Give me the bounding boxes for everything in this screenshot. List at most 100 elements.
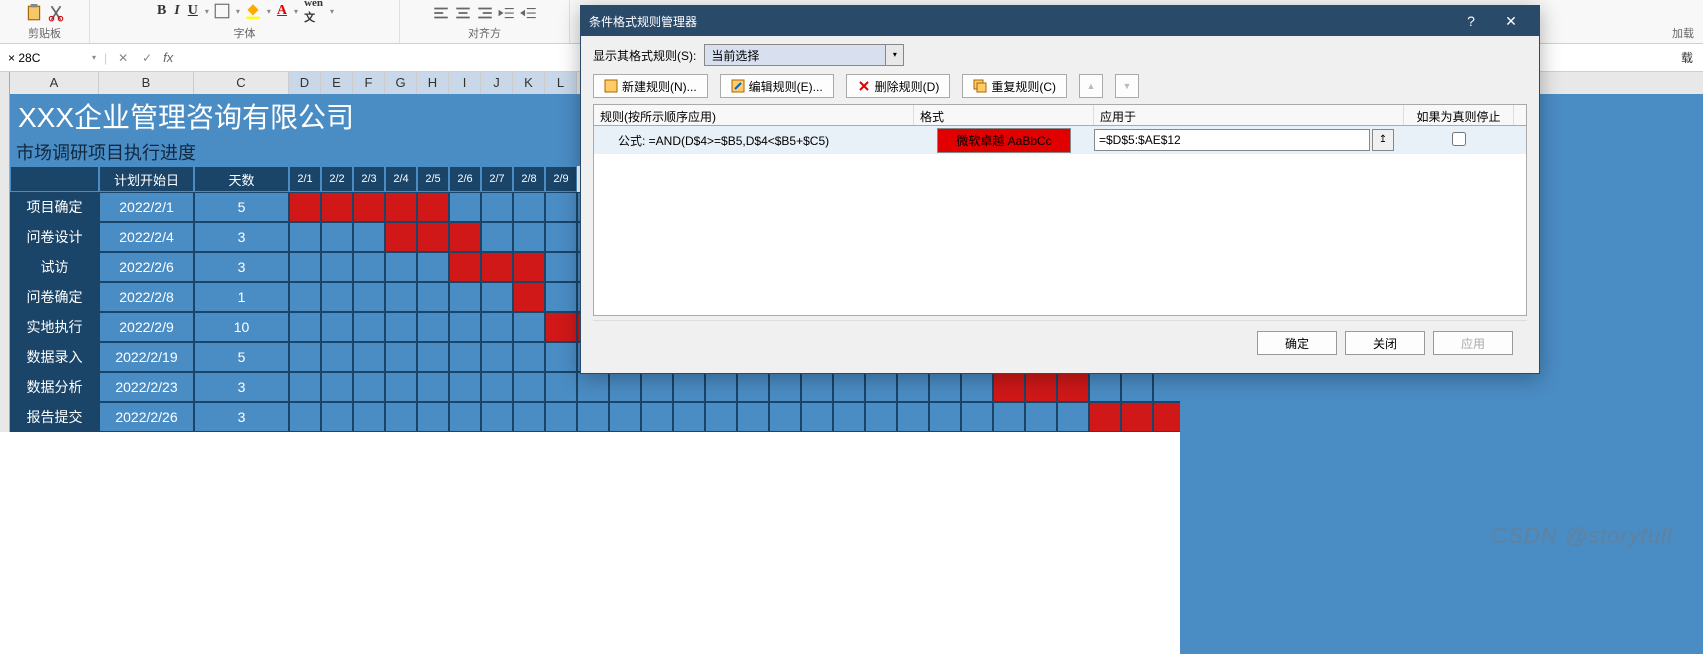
gantt-cell[interactable] — [705, 372, 737, 402]
gantt-cell[interactable] — [449, 192, 481, 222]
gantt-cell[interactable] — [1057, 402, 1089, 432]
gantt-cell[interactable] — [289, 372, 321, 402]
col-header[interactable]: D — [289, 72, 321, 94]
gantt-cell[interactable] — [321, 402, 353, 432]
gantt-cell[interactable] — [641, 372, 673, 402]
edit-rule-button[interactable]: 编辑规则(E)... — [720, 74, 834, 98]
gantt-cell[interactable] — [545, 312, 577, 342]
gantt-cell[interactable] — [449, 402, 481, 432]
gantt-cell[interactable] — [289, 342, 321, 372]
move-up-button[interactable]: ▲ — [1079, 74, 1103, 98]
gantt-cell[interactable] — [449, 372, 481, 402]
phonetic-icon[interactable]: wén文 — [302, 0, 325, 25]
gantt-cell[interactable] — [385, 342, 417, 372]
gantt-cell[interactable] — [545, 342, 577, 372]
col-header[interactable]: A — [10, 72, 99, 94]
gantt-cell[interactable] — [545, 252, 577, 282]
help-icon[interactable]: ? — [1451, 6, 1491, 36]
gantt-cell[interactable] — [1089, 372, 1121, 402]
rule-row[interactable]: 公式: =AND(D$4>=$B5,D$4<$B5+$C5) 微软卓越 AaBb… — [594, 126, 1526, 154]
gantt-cell[interactable] — [1025, 372, 1057, 402]
gantt-cell[interactable] — [353, 312, 385, 342]
gantt-cell[interactable] — [385, 222, 417, 252]
col-header[interactable]: H — [417, 72, 449, 94]
gantt-cell[interactable] — [673, 372, 705, 402]
move-down-button[interactable]: ▼ — [1115, 74, 1139, 98]
gantt-cell[interactable] — [513, 372, 545, 402]
col-header[interactable]: I — [449, 72, 481, 94]
gantt-cell[interactable] — [449, 282, 481, 312]
duplicate-rule-button[interactable]: 重复规则(C) — [962, 74, 1067, 98]
font-color-icon[interactable]: A — [275, 3, 289, 19]
gantt-cell[interactable] — [449, 222, 481, 252]
rule-range-input[interactable] — [1094, 129, 1370, 151]
gantt-cell[interactable] — [1121, 372, 1153, 402]
gantt-cell[interactable] — [289, 252, 321, 282]
col-header[interactable]: J — [481, 72, 513, 94]
gantt-cell[interactable] — [833, 372, 865, 402]
gantt-cell[interactable] — [1121, 402, 1153, 432]
gantt-cell[interactable] — [929, 402, 961, 432]
col-header[interactable]: E — [321, 72, 353, 94]
gantt-cell[interactable] — [417, 402, 449, 432]
gantt-cell[interactable] — [801, 402, 833, 432]
gantt-cell[interactable] — [321, 282, 353, 312]
gantt-cell[interactable] — [545, 372, 577, 402]
confirm-formula-icon[interactable]: ✓ — [139, 50, 155, 66]
gantt-cell[interactable] — [737, 402, 769, 432]
col-header[interactable]: F — [353, 72, 385, 94]
fx-icon[interactable]: fx — [163, 50, 173, 65]
underline-button[interactable]: U — [186, 3, 200, 19]
gantt-cell[interactable] — [545, 192, 577, 222]
gantt-cell[interactable] — [417, 342, 449, 372]
indent-dec-icon[interactable] — [498, 4, 516, 22]
col-header[interactable]: B — [99, 72, 194, 94]
gantt-cell[interactable] — [993, 402, 1025, 432]
gantt-cell[interactable] — [513, 312, 545, 342]
gantt-cell[interactable] — [289, 282, 321, 312]
gantt-cell[interactable] — [449, 252, 481, 282]
gantt-cell[interactable] — [385, 282, 417, 312]
gantt-cell[interactable] — [481, 342, 513, 372]
gantt-cell[interactable] — [513, 222, 545, 252]
gantt-cell[interactable] — [513, 342, 545, 372]
gantt-cell[interactable] — [481, 252, 513, 282]
namebox-dropdown-icon[interactable]: ▾ — [92, 53, 96, 62]
gantt-cell[interactable] — [577, 372, 609, 402]
name-box[interactable] — [4, 48, 84, 68]
close-icon[interactable]: ✕ — [1491, 6, 1531, 36]
gantt-cell[interactable] — [481, 372, 513, 402]
col-header[interactable]: L — [545, 72, 577, 94]
gantt-cell[interactable] — [641, 402, 673, 432]
italic-button[interactable]: I — [172, 3, 181, 19]
gantt-cell[interactable] — [481, 192, 513, 222]
gantt-cell[interactable] — [737, 372, 769, 402]
gantt-cell[interactable] — [385, 372, 417, 402]
gantt-cell[interactable] — [545, 222, 577, 252]
gantt-cell[interactable] — [545, 402, 577, 432]
align-center-icon[interactable] — [454, 4, 472, 22]
cancel-formula-icon[interactable]: ✕ — [115, 50, 131, 66]
scissors-icon[interactable] — [47, 4, 65, 22]
col-header[interactable]: K — [513, 72, 545, 94]
gantt-cell[interactable] — [417, 312, 449, 342]
gantt-cell[interactable] — [961, 402, 993, 432]
gantt-cell[interactable] — [449, 342, 481, 372]
gantt-cell[interactable] — [929, 372, 961, 402]
gantt-cell[interactable] — [481, 282, 513, 312]
gantt-cell[interactable] — [417, 222, 449, 252]
bold-button[interactable]: B — [155, 3, 168, 19]
gantt-cell[interactable] — [321, 312, 353, 342]
gantt-cell[interactable] — [353, 192, 385, 222]
gantt-cell[interactable] — [417, 192, 449, 222]
col-header[interactable]: G — [385, 72, 417, 94]
gantt-cell[interactable] — [897, 402, 929, 432]
gantt-cell[interactable] — [289, 312, 321, 342]
gantt-cell[interactable] — [513, 282, 545, 312]
gantt-cell[interactable] — [513, 402, 545, 432]
align-left-icon[interactable] — [432, 4, 450, 22]
gantt-cell[interactable] — [897, 372, 929, 402]
gantt-cell[interactable] — [353, 282, 385, 312]
ok-button[interactable]: 确定 — [1257, 331, 1337, 355]
gantt-cell[interactable] — [481, 312, 513, 342]
